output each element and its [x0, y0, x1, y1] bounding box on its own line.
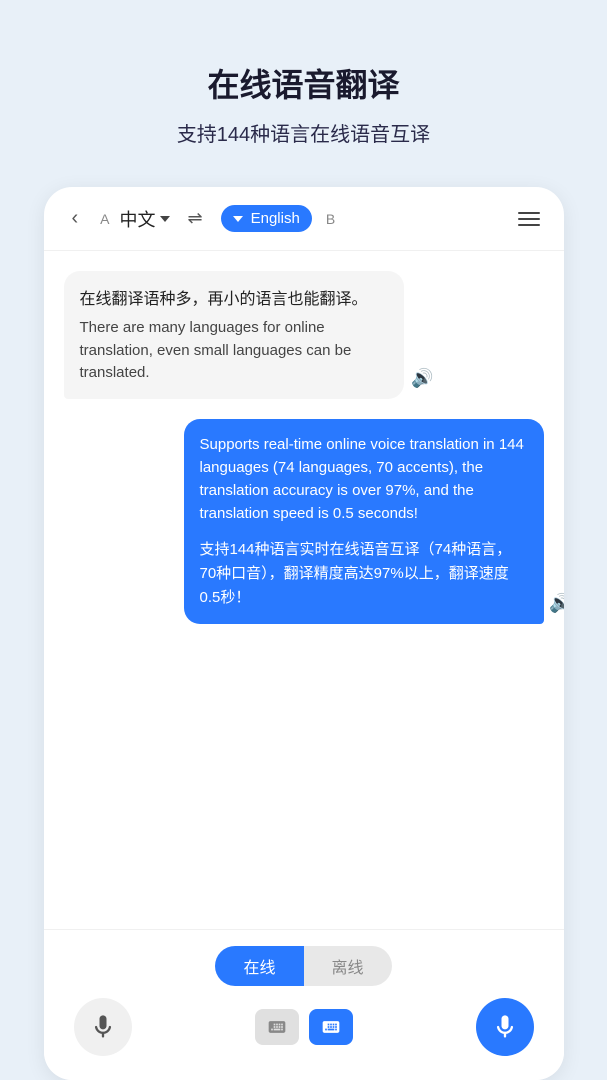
chinese-lang-text: 中文	[120, 206, 156, 232]
sub-title: 支持144种语言在线语音互译	[30, 118, 577, 147]
mic-icon-left	[89, 1013, 117, 1041]
action-row	[64, 998, 544, 1056]
menu-line-2	[518, 218, 540, 220]
menu-line-3	[518, 224, 540, 226]
lang-select-chinese[interactable]: 中文	[120, 206, 170, 232]
bubble-left: 在线翻译语种多，再小的语言也能翻译。 There are many langua…	[64, 271, 404, 399]
mic-button-left[interactable]	[74, 998, 132, 1056]
swap-button[interactable]: ⇌	[180, 204, 211, 233]
bubble-right: Supports real-time online voice translat…	[184, 419, 544, 624]
lang-select-english[interactable]: English	[221, 205, 312, 232]
header-section: 在线语音翻译 支持144种语言在线语音互译	[0, 0, 607, 177]
keyboard-row-top	[255, 1009, 353, 1045]
bubble-right-chinese: 支持144种语言实时在线语音互译（74种语言，70种口音），翻译精度高达97%以…	[200, 538, 528, 610]
english-dropdown-arrow	[233, 216, 243, 222]
keyboard-area	[255, 1009, 353, 1045]
chat-area: 在线翻译语种多，再小的语言也能翻译。 There are many langua…	[44, 251, 564, 929]
bubble-right-english: Supports real-time online voice translat…	[200, 433, 528, 526]
keyboard-active-icon	[319, 1017, 343, 1037]
chinese-dropdown-arrow	[160, 216, 170, 222]
bubble-left-english: There are many languages for online tran…	[80, 317, 388, 385]
menu-button[interactable]	[514, 208, 544, 230]
back-button[interactable]: ‹	[64, 203, 87, 234]
mic-icon-right	[491, 1013, 519, 1041]
lang-b-label: B	[326, 211, 335, 227]
phone-card: ‹ A 中文 ⇌ English B 在线翻译语种多，再小的语言也能翻译。 Th…	[44, 187, 564, 1080]
speaker-icon-right[interactable]: 🔊	[549, 593, 563, 614]
toolbar: ‹ A 中文 ⇌ English B	[44, 187, 564, 251]
main-title: 在线语音翻译	[30, 60, 577, 106]
mic-button-right[interactable]	[476, 998, 534, 1056]
speaker-icon-left[interactable]: 🔊	[411, 368, 433, 389]
keyboard-active-button[interactable]	[309, 1009, 353, 1045]
bubble-left-chinese: 在线翻译语种多，再小的语言也能翻译。	[80, 285, 388, 309]
keyboard-inactive-icon	[265, 1017, 289, 1037]
english-lang-text: English	[251, 210, 300, 227]
mode-online-button[interactable]: 在线	[215, 946, 303, 986]
bottom-bar: 在线 离线	[44, 929, 564, 1080]
mode-offline-button[interactable]: 离线	[304, 946, 392, 986]
lang-a-label: A	[100, 211, 109, 227]
mode-row: 在线 离线	[64, 946, 544, 986]
keyboard-inactive-button[interactable]	[255, 1009, 299, 1045]
menu-line-1	[518, 212, 540, 214]
